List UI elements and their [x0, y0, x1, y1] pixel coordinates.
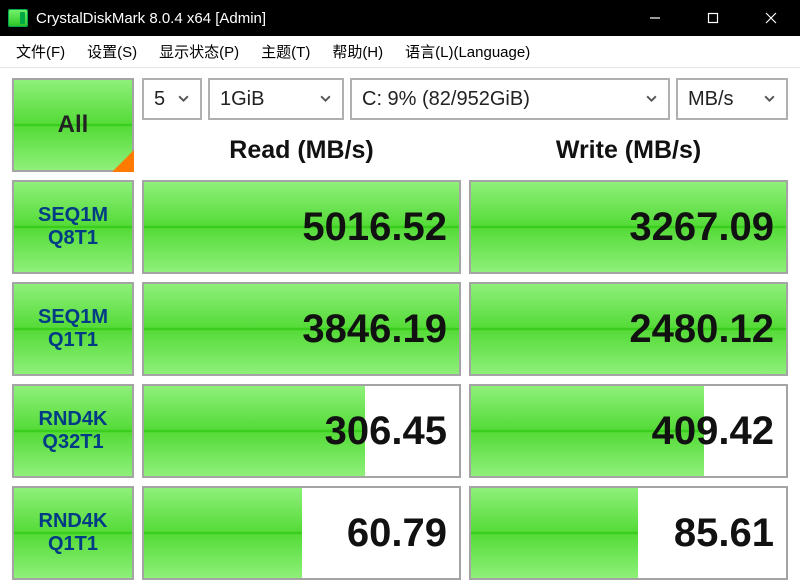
unit-value: MB/s	[688, 88, 734, 111]
read-number: 306.45	[325, 409, 447, 454]
title-bar: CrystalDiskMark 8.0.4 x64 [Admin]	[0, 0, 800, 36]
menu-state[interactable]: 显示状态(P)	[149, 37, 249, 66]
test-label-line1: RND4K	[39, 510, 108, 533]
test-button-seq1m-q8t1[interactable]: SEQ1M Q8T1	[12, 180, 134, 274]
menu-theme[interactable]: 主题(T)	[251, 37, 320, 66]
test-button-seq1m-q1t1[interactable]: SEQ1M Q1T1	[12, 282, 134, 376]
test-size-value: 1GiB	[220, 88, 264, 111]
write-value-seq1m-q1t1: 2480.12	[469, 282, 788, 376]
test-button-rnd4k-q32t1[interactable]: RND4K Q32T1	[12, 384, 134, 478]
read-bar	[144, 488, 302, 578]
write-header: Write (MB/s)	[469, 128, 788, 172]
write-bar	[471, 488, 638, 578]
menu-help[interactable]: 帮助(H)	[322, 37, 393, 66]
write-number: 2480.12	[629, 307, 774, 352]
read-number: 3846.19	[302, 307, 447, 352]
run-all-label: All	[58, 111, 89, 139]
window-controls	[626, 0, 800, 36]
read-value-rnd4k-q1t1: 60.79	[142, 486, 461, 580]
read-value-rnd4k-q32t1: 306.45	[142, 384, 461, 478]
test-label-line2: Q1T1	[48, 533, 98, 556]
write-number: 3267.09	[629, 205, 774, 250]
resize-grip-icon	[112, 150, 134, 172]
test-label-line2: Q32T1	[42, 431, 103, 454]
drive-select[interactable]: C: 9% (82/952GiB)	[350, 78, 670, 120]
menu-language[interactable]: 语言(L)(Language)	[395, 37, 540, 66]
test-button-rnd4k-q1t1[interactable]: RND4K Q1T1	[12, 486, 134, 580]
chevron-down-icon	[637, 88, 658, 111]
read-header: Read (MB/s)	[142, 128, 461, 172]
menu-file[interactable]: 文件(F)	[6, 37, 75, 66]
chevron-down-icon	[169, 88, 190, 111]
menu-settings[interactable]: 设置(S)	[77, 37, 147, 66]
test-label-line2: Q8T1	[48, 227, 98, 250]
maximize-button[interactable]	[684, 0, 742, 36]
unit-select[interactable]: MB/s	[676, 78, 788, 120]
write-number: 409.42	[652, 409, 774, 454]
minimize-button[interactable]	[626, 0, 684, 36]
close-icon	[765, 12, 777, 24]
read-number: 5016.52	[302, 205, 447, 250]
iterations-value: 5	[154, 88, 165, 111]
test-label-line1: SEQ1M	[38, 204, 108, 227]
menu-bar: 文件(F) 设置(S) 显示状态(P) 主题(T) 帮助(H) 语言(L)(La…	[0, 36, 800, 68]
controls-row: 5 1GiB C: 9% (82/952GiB) MB/s	[142, 78, 788, 120]
test-size-select[interactable]: 1GiB	[208, 78, 344, 120]
app-icon	[8, 9, 28, 27]
window-title: CrystalDiskMark 8.0.4 x64 [Admin]	[36, 10, 266, 27]
write-number: 85.61	[674, 511, 774, 556]
close-button[interactable]	[742, 0, 800, 36]
drive-value: C: 9% (82/952GiB)	[362, 88, 530, 111]
test-label-line2: Q1T1	[48, 329, 98, 352]
chevron-down-icon	[755, 88, 776, 111]
write-value-rnd4k-q32t1: 409.42	[469, 384, 788, 478]
maximize-icon	[707, 12, 719, 24]
test-label-line1: SEQ1M	[38, 306, 108, 329]
iterations-select[interactable]: 5	[142, 78, 202, 120]
read-value-seq1m-q1t1: 3846.19	[142, 282, 461, 376]
read-number: 60.79	[347, 511, 447, 556]
client-area: All 5 1GiB C: 9% (82/952GiB) MB/s Read (…	[0, 68, 800, 581]
chevron-down-icon	[311, 88, 332, 111]
write-value-seq1m-q8t1: 3267.09	[469, 180, 788, 274]
write-value-rnd4k-q1t1: 85.61	[469, 486, 788, 580]
run-all-button[interactable]: All	[12, 78, 134, 172]
minimize-icon	[649, 12, 661, 24]
test-label-line1: RND4K	[39, 408, 108, 431]
read-value-seq1m-q8t1: 5016.52	[142, 180, 461, 274]
